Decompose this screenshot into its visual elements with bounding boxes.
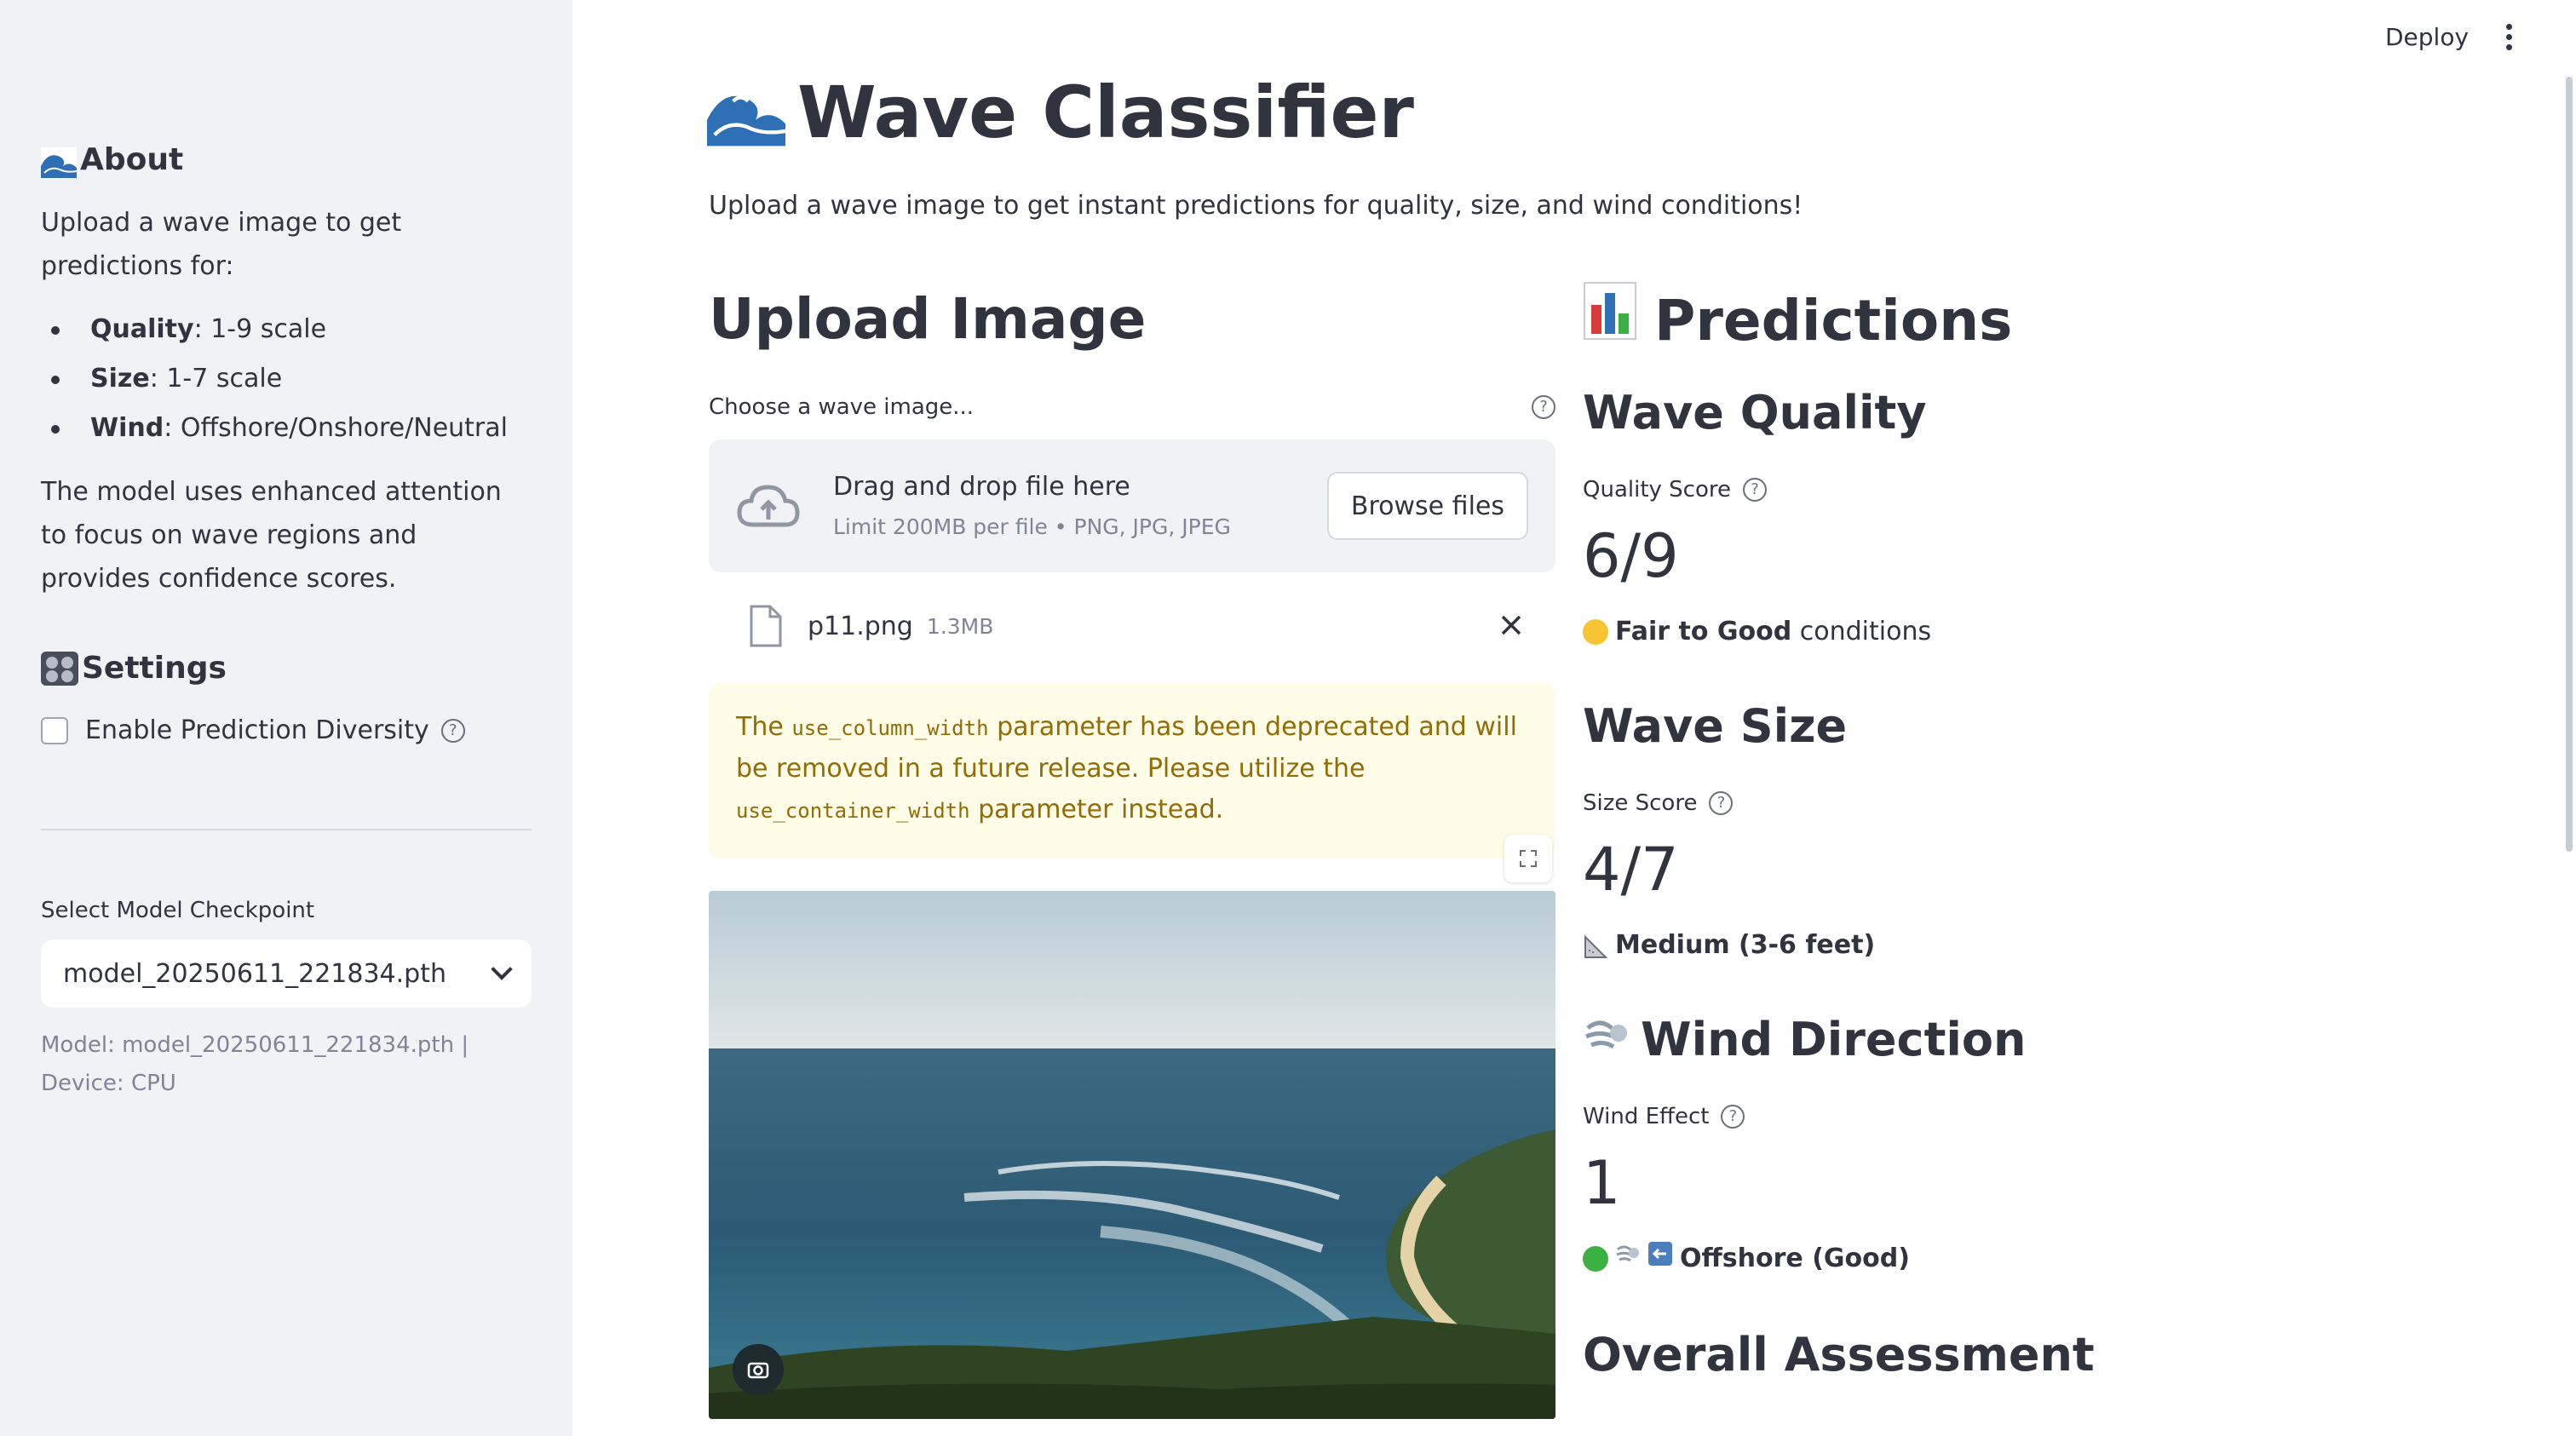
bar-chart-icon: [1583, 281, 1637, 360]
wind-label-text: Wind Effect: [1583, 1104, 1710, 1129]
quality-label-text: Quality Score: [1583, 477, 1731, 503]
list-item-value: : Offshore/Onshore/Neutral: [164, 413, 508, 443]
warning-text: The: [736, 712, 792, 742]
expand-icon: [1520, 850, 1537, 867]
list-item-value: : 1-9 scale: [193, 314, 327, 344]
uploaded-file-row: p11.png 1.3MB: [709, 595, 1555, 658]
close-icon[interactable]: [1498, 612, 1525, 639]
deploy-button[interactable]: Deploy: [2385, 20, 2469, 55]
predictions-column: Predictions Wave Quality Quality Score ?…: [1583, 281, 2435, 1387]
chevron-down-icon: [491, 958, 513, 980]
deprecation-warning: The use_column_width parameter has been …: [709, 683, 1555, 859]
left-arrow-icon: [1647, 1239, 1673, 1278]
about-heading: About: [41, 136, 532, 184]
quality-heading: Wave Quality: [1583, 386, 1927, 439]
wind-face-icon: [1615, 1239, 1641, 1278]
quality-value: 6/9: [1583, 521, 1679, 591]
size-heading: Wave Size: [1583, 699, 1848, 753]
help-icon[interactable]: ?: [1709, 791, 1734, 815]
browse-files-button[interactable]: Browse files: [1326, 472, 1528, 540]
wave-image: [709, 891, 1555, 1419]
file-size: 1.3MB: [926, 613, 994, 639]
file-dropzone[interactable]: Drag and drop file here Limit 200MB per …: [709, 439, 1555, 572]
quality-status: Fair to Good conditions: [1583, 612, 2435, 652]
main-menu-icon[interactable]: [2500, 22, 2517, 53]
checkpoint-select-value: model_20250611_221834.pth: [63, 958, 446, 989]
wave-emoji-icon: [41, 145, 78, 178]
upload-column: Upload Image Choose a wave image... ? Dr…: [709, 281, 1555, 859]
warning-code: use_container_width: [736, 799, 970, 823]
diversity-checkbox[interactable]: [41, 717, 68, 744]
model-description: The model uses enhanced attention to foc…: [41, 477, 502, 594]
wave-emoji-icon: [707, 78, 786, 146]
green-circle-icon: [1583, 1246, 1608, 1272]
scrollbar[interactable]: [2566, 77, 2573, 852]
upload-heading: Upload Image: [709, 286, 1147, 352]
size-metric-label: Size Score ?: [1583, 786, 2435, 820]
wind-heading-text: Wind Direction: [1641, 1013, 2027, 1066]
uploader-label: Choose a wave image...: [709, 394, 975, 420]
wind-status: Offshore (Good): [1583, 1239, 2435, 1278]
about-heading-text: About: [80, 142, 184, 177]
list-item: Wind: Offshore/Onshore/Neutral: [41, 404, 532, 453]
dropzone-text: Drag and drop file here Limit 200MB per …: [833, 468, 1231, 544]
list-item: Quality: 1-9 scale: [41, 305, 532, 354]
wind-heading: Wind Direction: [1583, 1008, 2435, 1072]
quality-status-rest: conditions: [1791, 617, 1932, 646]
model-caption: Model: model_20250611_221834.pth | Devic…: [41, 1032, 469, 1096]
yellow-circle-icon: [1583, 619, 1608, 645]
warning-text: parameter instead.: [969, 795, 1224, 824]
fullscreen-button[interactable]: [1504, 835, 1552, 882]
predictions-heading: Predictions: [1583, 281, 2435, 360]
dropzone-title: Drag and drop file here: [833, 472, 1130, 502]
diversity-checkbox-row[interactable]: Enable Prediction Diversity ?: [41, 709, 532, 752]
dropzone-limit: Limit 200MB per file • PNG, JPG, JPEG: [833, 514, 1231, 539]
wind-face-icon: [1583, 1008, 1630, 1072]
quality-metric-label: Quality Score ?: [1583, 473, 2435, 507]
list-item-label: Size: [90, 364, 150, 393]
overall-heading: Overall Assessment: [1583, 1328, 2095, 1381]
settings-heading: Settings: [41, 645, 532, 692]
list-item-label: Quality: [90, 314, 194, 344]
size-status: Medium (3-6 feet): [1583, 926, 2435, 965]
camera-icon[interactable]: [733, 1344, 784, 1395]
help-icon[interactable]: ?: [1532, 395, 1555, 419]
page-title-text: Wave Classifier: [797, 71, 1414, 154]
list-item: Size: 1-7 scale: [41, 354, 532, 404]
about-list: Quality: 1-9 scale Size: 1-7 scale Wind:…: [41, 305, 532, 453]
checkpoint-select[interactable]: model_20250611_221834.pth: [41, 939, 532, 1008]
diversity-label: Enable Prediction Diversity: [85, 715, 429, 745]
file-icon: [748, 605, 782, 647]
size-value: 4/7: [1583, 835, 1679, 905]
cloud-upload-icon: [736, 482, 801, 530]
predictions-heading-text: Predictions: [1654, 287, 2013, 353]
checkpoint-label: Select Model Checkpoint: [41, 898, 315, 923]
wind-status-bold: Offshore (Good): [1680, 1244, 1910, 1273]
sidebar: About Upload a wave image to get predict…: [0, 0, 572, 1436]
control-knobs-icon: [41, 652, 78, 686]
warning-code: use_column_width: [791, 716, 989, 740]
help-icon[interactable]: ?: [1721, 1105, 1745, 1129]
wind-metric-label: Wind Effect ?: [1583, 1100, 2435, 1134]
size-label-text: Size Score: [1583, 790, 1698, 816]
uploader-label-row: Choose a wave image... ?: [709, 390, 1555, 424]
about-text: Upload a wave image to get predictions f…: [41, 208, 402, 281]
page-title: Wave Classifier: [707, 70, 1414, 155]
help-icon[interactable]: ?: [440, 719, 465, 743]
help-icon[interactable]: ?: [1743, 478, 1767, 502]
page-subtitle: Upload a wave image to get instant predi…: [709, 191, 1803, 221]
size-status-bold: Medium (3-6 feet): [1615, 930, 1876, 960]
file-name: p11.png: [808, 611, 913, 641]
list-item-value: : 1-7 scale: [149, 364, 283, 393]
ruler-icon: [1583, 933, 1608, 958]
quality-status-bold: Fair to Good: [1615, 617, 1792, 646]
sidebar-divider: [41, 829, 532, 830]
settings-heading-text: Settings: [82, 651, 227, 686]
list-item-label: Wind: [90, 413, 164, 443]
wind-value: 1: [1583, 1148, 1621, 1218]
